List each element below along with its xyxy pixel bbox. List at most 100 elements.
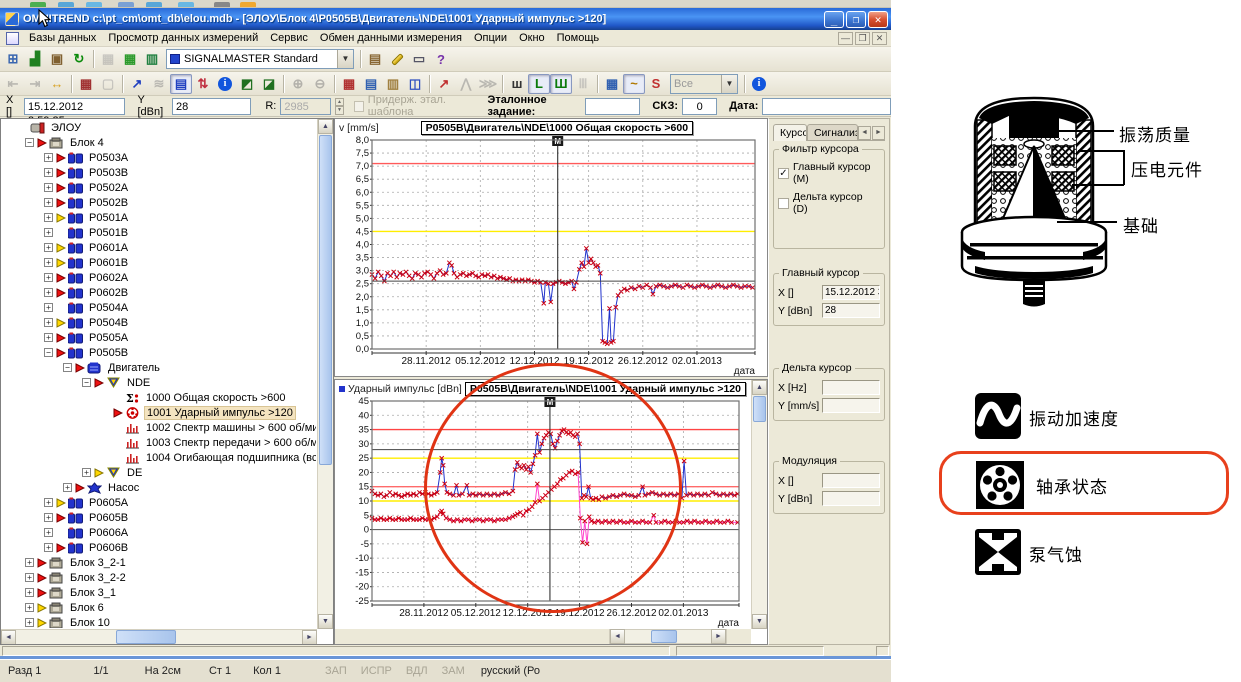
- grid-trend-icon[interactable]: ▦: [601, 74, 623, 94]
- expand-icon[interactable]: +: [44, 333, 53, 342]
- tree-item-блок-10[interactable]: +Блок 10: [2, 615, 316, 628]
- delta-cursor-checkbox[interactable]: [778, 198, 789, 209]
- data-collector-icon[interactable]: ▥: [141, 49, 163, 69]
- r-spinner[interactable]: ▲▼: [335, 98, 344, 115]
- main-cursor-x-value[interactable]: 15.12.2012 3: [822, 285, 880, 300]
- collapse-icon[interactable]: −: [82, 378, 91, 387]
- grid-values-icon[interactable]: ▦: [338, 74, 360, 94]
- tree-item-p0602b[interactable]: +P0602B: [2, 285, 316, 300]
- expand-icon[interactable]: +: [44, 258, 53, 267]
- tree-item-p0501b[interactable]: +P0501B: [2, 225, 316, 240]
- tab-scroll-left-button[interactable]: ◄: [858, 126, 871, 140]
- tree-horizontal-scrollbar[interactable]: ◄ ►: [1, 629, 317, 644]
- main-cursor-checkbox[interactable]: ✓: [778, 168, 789, 179]
- measurement-tasks-icon[interactable]: ⊞: [2, 49, 24, 69]
- chart-horizontal-scrollbar[interactable]: ◄ ►: [335, 629, 751, 644]
- print-icon[interactable]: ▭: [408, 49, 430, 69]
- info-circle-icon[interactable]: i: [748, 74, 770, 94]
- menu-item-1[interactable]: Базы данных: [23, 30, 102, 46]
- node-marker2-icon[interactable]: ◪: [258, 74, 280, 94]
- menu-item-4[interactable]: Обмен данными измерения: [314, 30, 468, 46]
- tree-item-блок-3_2-1[interactable]: +Блок 3_2-1: [2, 555, 316, 570]
- export-left-icon[interactable]: ⇤: [2, 74, 24, 94]
- date-field[interactable]: [762, 98, 891, 115]
- expand-icon[interactable]: +: [44, 198, 53, 207]
- title-bar[interactable]: OMNITREND c:\pt_cm\omt_db\elou.mdb - [ЭЛ…: [0, 8, 891, 30]
- expand-icon[interactable]: +: [44, 213, 53, 222]
- menu-item-3[interactable]: Сервис: [264, 30, 314, 46]
- tree-item-nde[interactable]: −NDE: [2, 375, 316, 390]
- tree-item-p0606b[interactable]: +P0606B: [2, 540, 316, 555]
- export-right-icon[interactable]: ⇥: [24, 74, 46, 94]
- delta-cursor-y-value[interactable]: [822, 398, 880, 413]
- help-icon[interactable]: ?: [430, 49, 452, 69]
- menu-item-6[interactable]: Окно: [513, 30, 551, 46]
- minimize-button[interactable]: _: [824, 11, 844, 28]
- y-value-field[interactable]: 28: [172, 98, 251, 115]
- tab-scroll-right-button[interactable]: ►: [872, 126, 885, 140]
- expand-icon[interactable]: +: [44, 288, 53, 297]
- restore-button[interactable]: ❐: [846, 11, 866, 28]
- r-value-field[interactable]: 2985: [280, 98, 330, 115]
- expand-icon[interactable]: +: [25, 618, 34, 627]
- zoom-in-icon[interactable]: ⊕: [287, 74, 309, 94]
- shock-pulse-trend-chart[interactable]: -25-20-15-10-505101520253035404528.11.20…: [335, 397, 751, 628]
- tree-item-1003-спектр-передачи->-600-об-мин-ускор[interactable]: 1003 Спектр передачи > 600 об/мин (ускор: [2, 435, 316, 450]
- collapse-icon[interactable]: −: [44, 348, 53, 357]
- tree-item-p0601a[interactable]: +P0601A: [2, 240, 316, 255]
- tree-item-p0505a[interactable]: +P0505A: [2, 330, 316, 345]
- expand-icon[interactable]: +: [25, 558, 34, 567]
- time-signal-icon[interactable]: ~: [623, 74, 645, 94]
- tree-vertical-scrollbar[interactable]: ▲ ▼: [317, 119, 333, 629]
- velocity-trend-chart[interactable]: 0,00,51,01,52,02,53,03,54,04,55,05,56,06…: [335, 136, 767, 376]
- multi-pane-icon[interactable]: ▤: [170, 74, 192, 94]
- menu-item-2[interactable]: Просмотр данных измерений: [102, 30, 264, 46]
- tab-cursor[interactable]: Курсор: [773, 124, 807, 141]
- info-icon[interactable]: i: [214, 74, 236, 94]
- collapse-icon[interactable]: −: [25, 138, 34, 147]
- refresh-icon[interactable]: ↻: [68, 49, 90, 69]
- tree-item-p0605a[interactable]: +P0605A: [2, 495, 316, 510]
- delta-cursor-x-value[interactable]: [822, 380, 880, 395]
- expand-icon[interactable]: +: [44, 153, 53, 162]
- tree-item-двигатель[interactable]: −Двигатель: [2, 360, 316, 375]
- expand-icon[interactable]: +: [25, 588, 34, 597]
- expand-icon[interactable]: +: [44, 318, 53, 327]
- tree-item-p0502b[interactable]: +P0502B: [2, 195, 316, 210]
- chevron-down-icon[interactable]: ▼: [721, 75, 737, 93]
- chevron-down-icon[interactable]: ▼: [337, 50, 353, 68]
- machine-template-icon[interactable]: ▦: [97, 49, 119, 69]
- matrix-icon[interactable]: ▦: [75, 74, 97, 94]
- reference-field[interactable]: [585, 98, 641, 115]
- tree-item-1004-огибающая-подшипника-все-[interactable]: 1004 Огибающая подшипника (все): [2, 450, 316, 465]
- spectrum-move-icon[interactable]: ⋙: [477, 74, 499, 94]
- menu-item-7[interactable]: Помощь: [551, 30, 606, 46]
- status-toggle-зам[interactable]: ЗАМ: [442, 665, 465, 677]
- tree-item-p0602a[interactable]: +P0602A: [2, 270, 316, 285]
- grid-chart-icon[interactable]: ▤: [360, 74, 382, 94]
- main-cursor-y-value[interactable]: 28: [822, 303, 880, 318]
- tree-item-de[interactable]: +DE: [2, 465, 316, 480]
- compare-icon[interactable]: ↔: [46, 74, 68, 94]
- chart-vertical-scrollbar[interactable]: ▲ ▼: [751, 380, 767, 629]
- modulation-x-value[interactable]: [822, 473, 880, 488]
- expand-icon[interactable]: +: [44, 498, 53, 507]
- spectrum-icon[interactable]: ш: [506, 74, 528, 94]
- filter-dropdown[interactable]: Все▼: [670, 74, 738, 94]
- report-icon[interactable]: ▤: [364, 49, 386, 69]
- expand-icon[interactable]: +: [44, 303, 53, 312]
- tree-item-1000-общая-скорость->600[interactable]: Σ1000 Общая скорость >600: [2, 390, 316, 405]
- status-toggle-испр[interactable]: ИСПР: [361, 665, 392, 677]
- expand-icon[interactable]: +: [44, 168, 53, 177]
- save-data-icon[interactable]: ◫: [404, 74, 426, 94]
- expand-icon[interactable]: +: [44, 543, 53, 552]
- status-toggle-зап[interactable]: ЗАП: [325, 665, 347, 677]
- tree-item-1002-спектр-машины->-600-об-мин-скорост[interactable]: 1002 Спектр машины > 600 об/мин (скорост: [2, 420, 316, 435]
- menu-item-5[interactable]: Опции: [468, 30, 513, 46]
- status-toggle-вдл[interactable]: ВДЛ: [406, 665, 428, 677]
- sort-icon[interactable]: ⇅: [192, 74, 214, 94]
- expand-icon[interactable]: +: [44, 183, 53, 192]
- expand-icon[interactable]: +: [44, 513, 53, 522]
- tree-item-p0501a[interactable]: +P0501A: [2, 210, 316, 225]
- modulation-y-value[interactable]: [822, 491, 880, 506]
